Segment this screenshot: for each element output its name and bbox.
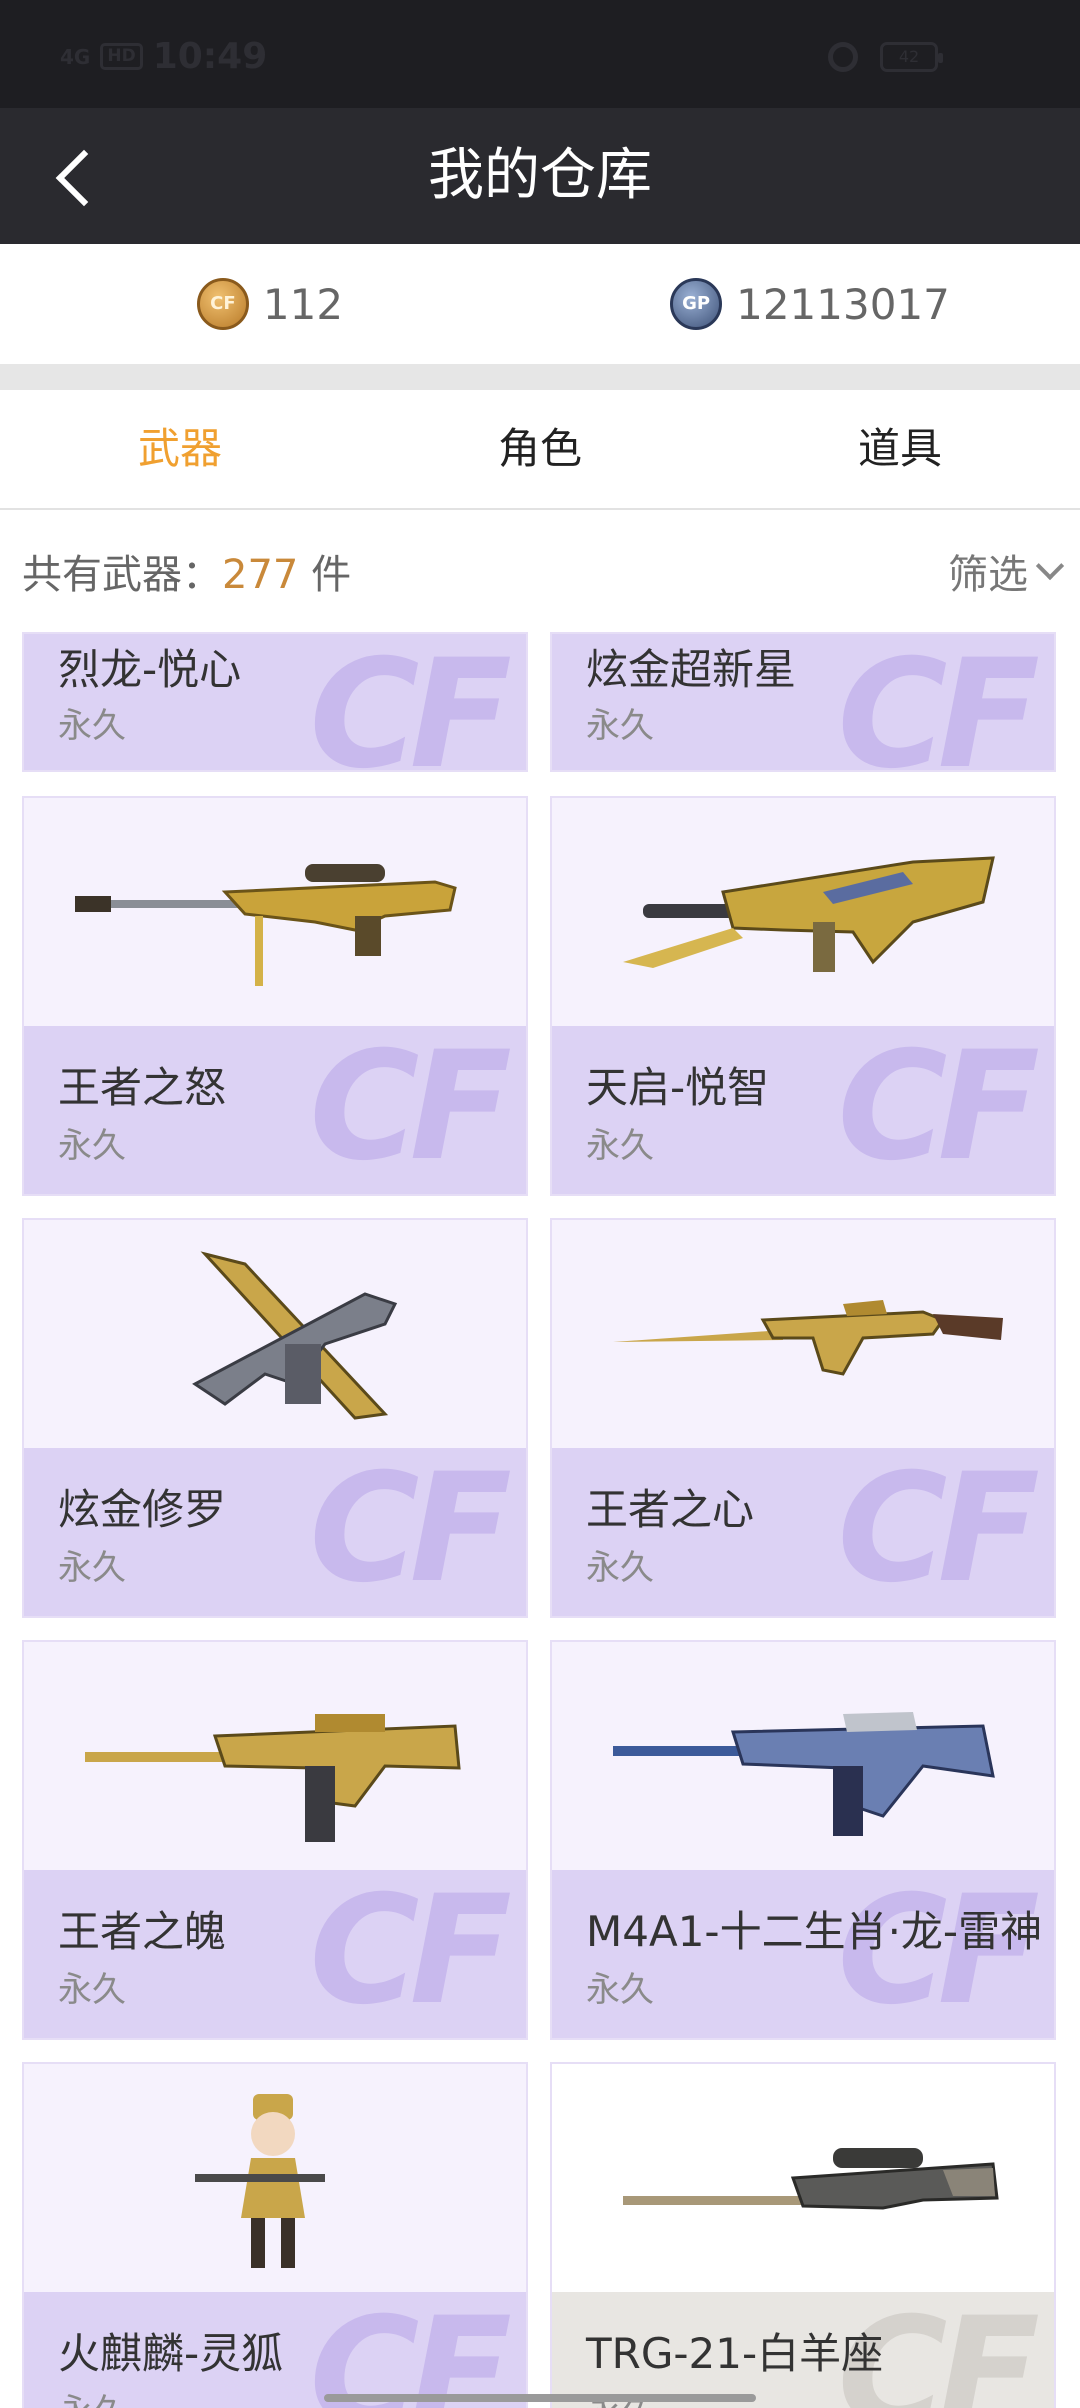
weapon-duration: 永久 [586,706,654,746]
weapon-thumb [552,1642,1054,1870]
sniper-rifle-icon [623,2148,999,2210]
card-info: CF 烈龙-悦心 永久 [24,634,526,772]
weapon-thumb [24,2064,526,2292]
weapon-card[interactable]: CF 王者之心 永久 [550,1218,1056,1618]
weapon-name: 炫金超新星 [586,645,797,694]
ak-rifle-icon [613,1300,1003,1376]
hd-badge: HD [100,43,143,70]
cf-watermark-icon: CF [309,1870,512,2038]
weapon-name: 天启-悦智 [586,1063,770,1112]
status-bar: 4G HD 10:49 42 [0,0,1080,108]
weapon-duration: 永久 [58,1548,126,1588]
weapon-name: 火麒麟-灵狐 [58,2329,284,2378]
m4-rifle-icon [613,1712,995,1836]
character-rifle-icon [195,2094,325,2268]
weapon-card[interactable]: CF 火麒麟-灵狐 永久 [22,2062,528,2408]
weapon-count-label: 共有武器：277 件 [22,542,351,600]
weapon-card[interactable]: CF 天启-悦智 永久 [550,796,1056,1196]
pistol-blade-icon [192,1251,398,1420]
weapon-card[interactable]: CF 王者之魄 永久 [22,1640,528,2040]
weapon-thumb [24,1220,526,1448]
filter-button[interactable]: 筛选 [948,542,1065,600]
weapon-card[interactable]: CF M4A1-十二生肖·龙-雷神 永久 [550,1640,1056,2040]
count-suffix: 件 [298,552,352,598]
card-info: CF 王者之魄 永久 [24,1870,526,2038]
gp-coin-icon [670,278,723,330]
weapon-card[interactable]: CF 烈龙-悦心 永久 [22,632,528,772]
status-time: 10:49 [152,36,268,77]
cf-watermark-icon: CF [309,634,512,772]
cf-watermark-icon: CF [309,2292,512,2408]
weapon-name: 王者之怒 [58,1063,227,1112]
m4-rifle-icon [85,1714,461,1842]
weapon-count: 277 [222,552,299,598]
gp-amount: 12113017 [736,279,950,329]
weapon-grid: CF 烈龙-悦心 永久 CF 炫金超新星 永久 CF 王者之怒 永久 CF 天启… [0,632,1080,2408]
nav-bar: 我的仓库 [0,108,1080,244]
weapon-card[interactable]: CF TRG-21-白羊座 永久 [550,2062,1056,2408]
back-button[interactable] [44,138,120,214]
battery-icon: 42 [880,42,943,72]
weapon-duration: 永久 [586,1548,654,1588]
cf-watermark-icon: CF [837,1448,1040,1616]
sniper-rifle-icon [75,864,457,986]
weapon-duration: 永久 [586,1970,654,2010]
network-indicator: 4G [60,44,91,69]
weapon-thumb [552,1220,1054,1448]
weapon-thumb [552,2064,1054,2292]
card-info: CF M4A1-十二生肖·龙-雷神 永久 [552,1870,1054,2038]
cf-coin-icon [196,278,249,330]
weapon-name: TRG-21-白羊座 [586,2329,884,2378]
card-info: CF 王者之心 永久 [552,1448,1054,1616]
weapon-duration: 永久 [58,2384,126,2408]
cf-watermark-icon: CF [309,1026,512,1194]
card-info: CF 火麒麟-灵狐 永久 [24,2292,526,2408]
card-info: CF TRG-21-白羊座 永久 [552,2292,1054,2408]
weapon-card[interactable]: CF 炫金超新星 永久 [550,632,1056,772]
assault-rifle-icon [623,856,995,972]
count-prefix: 共有武器： [22,552,222,598]
summary-bar: 共有武器：277 件 筛选 [0,512,1080,624]
weapon-duration: 永久 [58,1970,126,2010]
tab-characters[interactable]: 角色 [360,390,720,508]
tab-items[interactable]: 道具 [720,390,1080,508]
home-indicator[interactable] [324,2394,756,2402]
weapon-duration: 永久 [58,1126,126,1166]
weapon-card[interactable]: CF 炫金修罗 永久 [22,1218,528,1618]
weapon-name: 王者之心 [586,1485,755,1534]
weapon-thumb [24,798,526,1026]
card-info: CF 炫金修罗 永久 [24,1448,526,1616]
weapon-name: 王者之魄 [58,1907,227,1956]
section-divider [0,364,1080,390]
weapon-duration: 永久 [586,1126,654,1166]
gp-balance: 12113017 [540,244,1080,364]
weapon-name: M4A1-十二生肖·龙-雷神 [586,1907,1043,1956]
tab-weapons[interactable]: 武器 [0,390,360,508]
cf-balance: 112 [0,244,540,364]
weapon-duration: 永久 [58,706,126,746]
filter-label: 筛选 [948,552,1028,598]
card-info: CF 炫金超新星 永久 [552,634,1054,772]
alarm-icon [828,42,858,72]
weapon-thumb [24,1642,526,1870]
weapon-name: 烈龙-悦心 [58,645,242,694]
card-info: CF 天启-悦智 永久 [552,1026,1054,1194]
page-title: 我的仓库 [428,143,652,208]
cf-amount: 112 [262,279,344,329]
cf-watermark-icon: CF [837,634,1040,772]
cf-watermark-icon: CF [837,1026,1040,1194]
weapon-name: 炫金修罗 [58,1485,227,1534]
weapon-card[interactable]: CF 王者之怒 永久 [22,796,528,1196]
status-right: 42 [828,42,943,72]
chevron-down-icon [1035,551,1065,581]
card-info: CF 王者之怒 永久 [24,1026,526,1194]
status-left: 4G HD 10:49 [60,36,267,77]
category-tabs: 武器 角色 道具 [0,390,1080,510]
currency-bar: 112 12113017 [0,244,1080,364]
cf-watermark-icon: CF [309,1448,512,1616]
weapon-thumb [552,798,1054,1026]
